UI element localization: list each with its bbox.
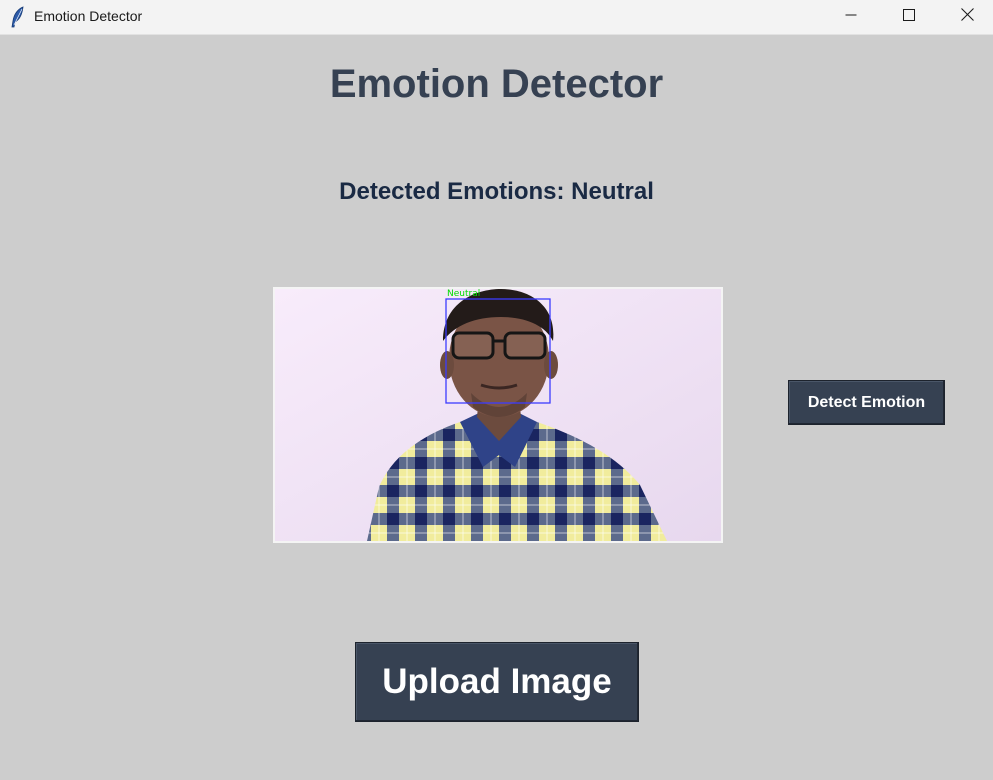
app-window: Emotion Detector Emotion Detector Detect… <box>0 0 993 780</box>
title-bar[interactable]: Emotion Detector <box>0 0 993 35</box>
detected-emotion-label: Detected Emotions: Neutral <box>339 178 654 205</box>
face-box-label: Neutral <box>447 289 480 299</box>
maximize-button[interactable] <box>880 0 938 34</box>
close-icon <box>960 8 974 26</box>
page-title: Emotion Detector <box>329 62 664 106</box>
detect-emotion-button[interactable]: Detect Emotion <box>788 380 945 425</box>
window-title: Emotion Detector <box>34 8 143 24</box>
maximize-icon <box>903 8 915 26</box>
feather-icon <box>10 6 26 28</box>
uploaded-image: Neutral <box>273 287 723 543</box>
close-button[interactable] <box>938 0 993 34</box>
minimize-icon <box>845 8 857 26</box>
minimize-button[interactable] <box>822 0 880 34</box>
upload-image-button[interactable]: Upload Image <box>355 642 639 722</box>
